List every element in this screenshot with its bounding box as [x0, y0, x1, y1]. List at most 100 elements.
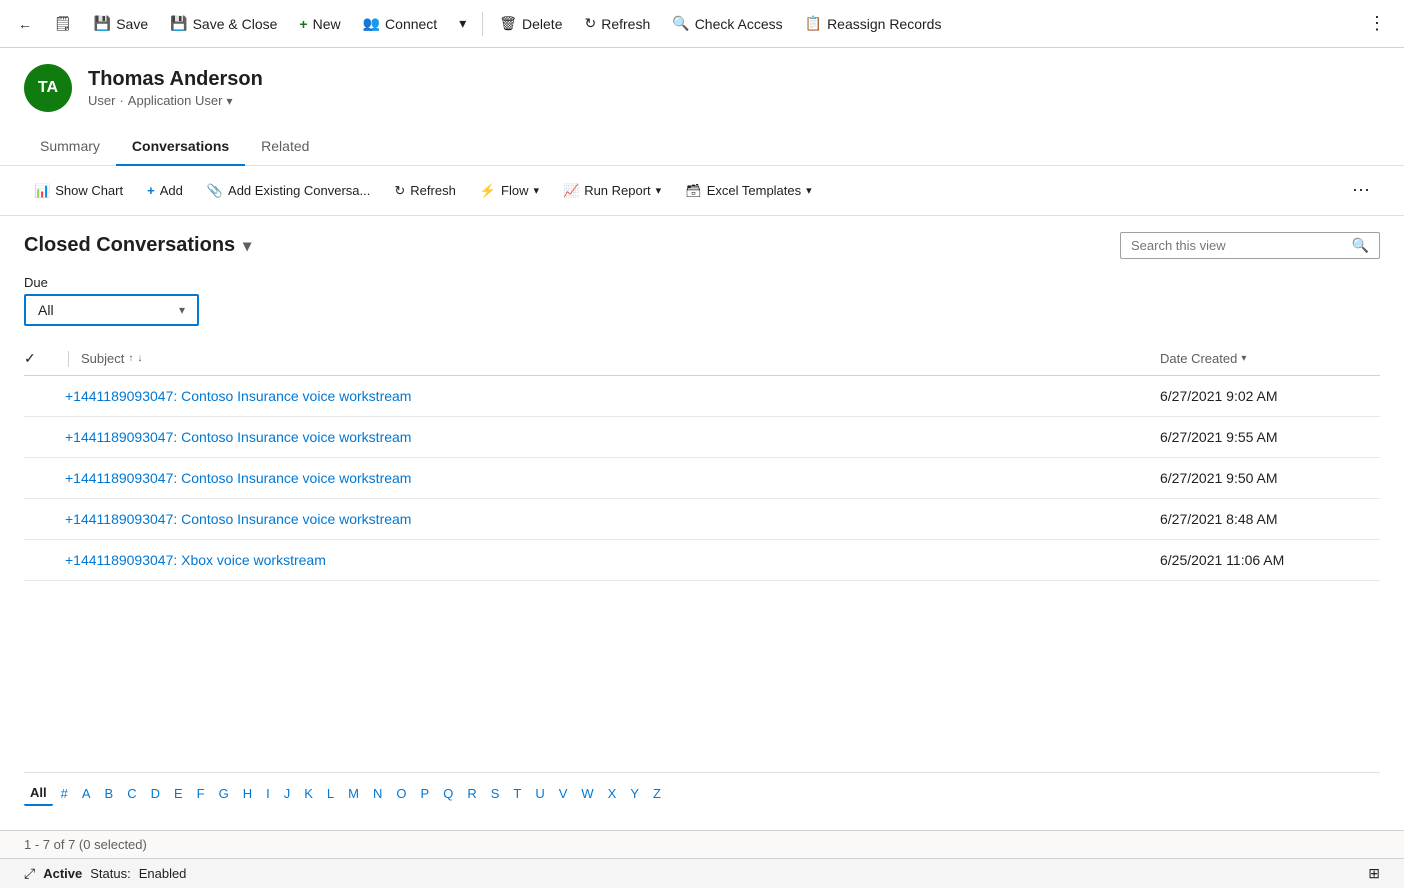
alpha-nav-item-w[interactable]: W — [575, 782, 599, 805]
alpha-nav-item-d[interactable]: D — [145, 782, 166, 805]
alpha-nav-item-a[interactable]: A — [76, 782, 97, 805]
excel-button[interactable]: 🗃 Excel Templates ▾ — [675, 177, 821, 205]
row-date: 6/27/2021 9:02 AM — [1160, 388, 1380, 404]
table-header: ✓ Subject ↑ ↓ Date Created ▾ — [24, 342, 1380, 376]
alpha-nav-item-n[interactable]: N — [367, 782, 388, 805]
alpha-nav-item-p[interactable]: P — [415, 782, 436, 805]
back-button[interactable]: ← — [8, 10, 42, 38]
row-date: 6/27/2021 9:50 AM — [1160, 470, 1380, 486]
flow-button[interactable]: ⚡ Flow ▾ — [470, 177, 549, 205]
sub-toolbar: 📊 Show Chart + Add 📎 Add Existing Conver… — [0, 166, 1404, 216]
row-subject-link[interactable]: +1441189093047: Contoso Insurance voice … — [65, 388, 1160, 404]
alpha-nav-item-g[interactable]: G — [213, 782, 235, 805]
table-row[interactable]: +1441189093047: Contoso Insurance voice … — [24, 376, 1380, 417]
sort-desc-icon[interactable]: ↓ — [137, 353, 142, 364]
record-count: 1 - 7 of 7 (0 selected) — [24, 837, 147, 852]
alpha-nav-item-l[interactable]: L — [321, 782, 340, 805]
tab-conversations[interactable]: Conversations — [116, 128, 245, 166]
user-meta: User · Application User ▾ — [88, 93, 263, 108]
check-access-button[interactable]: 🔍 Check Access — [662, 9, 792, 38]
user-type-chevron[interactable]: ▾ — [226, 94, 232, 108]
user-info: Thomas Anderson User · Application User … — [88, 68, 263, 108]
flow-chevron-icon: ▾ — [533, 184, 539, 197]
expand-icon[interactable]: ⤢ — [24, 865, 35, 882]
date-sort-chevron-icon[interactable]: ▾ — [1241, 353, 1246, 364]
show-chart-button[interactable]: 📊 Show Chart — [24, 177, 133, 205]
filter-chevron-icon: ▾ — [179, 303, 185, 317]
tab-related[interactable]: Related — [245, 128, 325, 166]
row-date: 6/27/2021 8:48 AM — [1160, 511, 1380, 527]
add-button[interactable]: + Add — [137, 177, 193, 204]
alpha-nav-item-i[interactable]: I — [260, 782, 276, 805]
alpha-nav-item-t[interactable]: T — [507, 782, 527, 805]
sort-asc-icon[interactable]: ↑ — [128, 353, 133, 364]
sub-more-button[interactable]: ⋯ — [1342, 174, 1380, 207]
bottom-expand-icon[interactable]: ⊞ — [1368, 865, 1380, 882]
refresh-button[interactable]: ↻ Refresh — [574, 9, 660, 38]
alpha-nav-item-z[interactable]: Z — [647, 782, 667, 805]
view-header: Closed Conversations ▾ 🔍 — [24, 232, 1380, 259]
search-box: 🔍 — [1120, 232, 1380, 259]
reassign-icon: 📋 — [805, 15, 822, 32]
tab-summary[interactable]: Summary — [24, 128, 116, 166]
delete-icon: 🗑 — [499, 15, 517, 32]
toolbar-chevron-button[interactable]: ▾ — [449, 9, 476, 38]
add-existing-icon: 📎 — [207, 183, 223, 199]
row-subject-link[interactable]: +1441189093047: Contoso Insurance voice … — [65, 470, 1160, 486]
row-subject-link[interactable]: +1441189093047: Contoso Insurance voice … — [65, 511, 1160, 527]
avatar: TA — [24, 64, 72, 112]
alpha-nav-item-v[interactable]: V — [553, 782, 574, 805]
more-button[interactable]: ⋮ — [1358, 7, 1396, 40]
alpha-nav-item-k[interactable]: K — [298, 782, 319, 805]
row-subject-link[interactable]: +1441189093047: Contoso Insurance voice … — [65, 429, 1160, 445]
alpha-nav-item-u[interactable]: U — [529, 782, 550, 805]
conversations-table: ✓ Subject ↑ ↓ Date Created ▾ +1441189093… — [24, 342, 1380, 772]
view-title: Closed Conversations ▾ — [24, 234, 251, 257]
filter-select[interactable]: All ▾ — [24, 294, 199, 326]
save-button[interactable]: 💾 Save — [84, 9, 158, 38]
table-row[interactable]: +1441189093047: Contoso Insurance voice … — [24, 458, 1380, 499]
refresh-icon: ↻ — [584, 15, 596, 32]
alpha-nav-item-e[interactable]: E — [168, 782, 189, 805]
alpha-nav-item-#[interactable]: # — [55, 782, 74, 805]
user-name: Thomas Anderson — [88, 68, 263, 91]
alpha-nav-item-q[interactable]: Q — [437, 782, 459, 805]
filter-label: Due — [24, 275, 1380, 290]
sub-refresh-button[interactable]: ↻ Refresh — [384, 177, 465, 205]
alpha-nav-item-all[interactable]: All — [24, 781, 53, 806]
save-close-icon: 💾 — [170, 15, 187, 32]
alpha-nav-item-c[interactable]: C — [121, 782, 142, 805]
table-row[interactable]: +1441189093047: Contoso Insurance voice … — [24, 417, 1380, 458]
sub-refresh-icon: ↻ — [394, 183, 405, 199]
select-all-check[interactable]: ✓ — [24, 350, 56, 367]
view-title-chevron-icon[interactable]: ▾ — [243, 236, 251, 256]
alpha-nav-item-j[interactable]: J — [278, 782, 297, 805]
new-button[interactable]: + New — [289, 10, 350, 38]
run-report-button[interactable]: 📈 Run Report ▾ — [553, 177, 671, 205]
connect-button[interactable]: 👥 Connect — [353, 9, 448, 38]
alpha-nav-item-o[interactable]: O — [390, 782, 412, 805]
search-input[interactable] — [1131, 238, 1346, 253]
table-row[interactable]: +1441189093047: Contoso Insurance voice … — [24, 499, 1380, 540]
alpha-nav-item-s[interactable]: S — [485, 782, 506, 805]
reassign-button[interactable]: 📋 Reassign Records — [795, 9, 952, 38]
alpha-nav-item-x[interactable]: X — [602, 782, 623, 805]
table-row[interactable]: +1441189093047: Xbox voice workstream 6/… — [24, 540, 1380, 581]
save-close-button[interactable]: 💾 Save & Close — [160, 9, 287, 38]
row-subject-link[interactable]: +1441189093047: Xbox voice workstream — [65, 552, 1160, 568]
alpha-nav-item-b[interactable]: B — [99, 782, 120, 805]
record-count-bar: 1 - 7 of 7 (0 selected) — [0, 830, 1404, 858]
add-existing-button[interactable]: 📎 Add Existing Conversa... — [197, 177, 381, 205]
alpha-nav-item-f[interactable]: F — [191, 782, 211, 805]
delete-button[interactable]: 🗑 Delete — [489, 9, 572, 38]
run-report-icon: 📈 — [563, 183, 579, 199]
add-icon: + — [147, 183, 155, 198]
excel-chevron-icon: ▾ — [806, 184, 812, 197]
search-icon[interactable]: 🔍 — [1352, 237, 1369, 254]
doc-icon-button[interactable]: 🗒 — [44, 9, 82, 38]
alpha-nav-item-r[interactable]: R — [461, 782, 482, 805]
new-icon: + — [299, 16, 307, 32]
alpha-nav-item-h[interactable]: H — [237, 782, 258, 805]
alpha-nav-item-m[interactable]: M — [342, 782, 365, 805]
alpha-nav-item-y[interactable]: Y — [624, 782, 645, 805]
